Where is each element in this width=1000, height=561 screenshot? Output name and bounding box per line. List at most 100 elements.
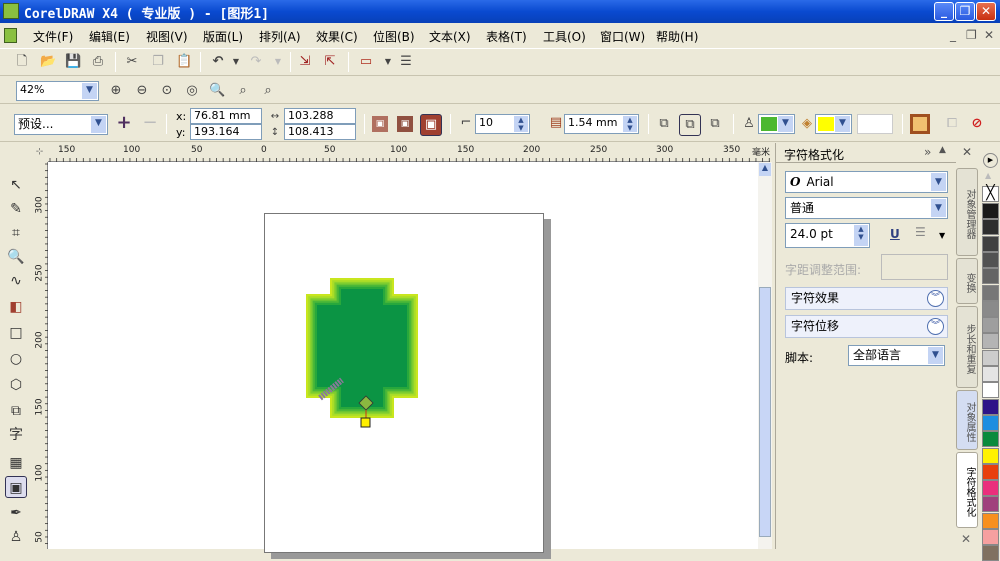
close-button[interactable]: ✕ (976, 2, 996, 21)
horizontal-ruler[interactable]: 150 100 50 0 50 100 150 200 250 300 350 … (48, 143, 770, 162)
chevron-down-icon[interactable]: ▼ (931, 173, 946, 191)
zoom-level-select[interactable]: 42% ▼ (16, 81, 99, 101)
color-swatch[interactable] (982, 333, 999, 350)
chevron-down-icon[interactable]: ▼ (928, 347, 943, 364)
font-style-select[interactable]: 普通 ▼ (785, 197, 948, 219)
color-swatch[interactable] (982, 382, 999, 399)
more-dropdown-icon[interactable]: ▼ (939, 231, 945, 240)
ellipse-tool-icon[interactable]: ○ (5, 348, 27, 370)
options-icon[interactable]: ☰ (398, 54, 414, 70)
character-effects-section[interactable]: 字符效果 ︾ (785, 287, 948, 310)
zoom-page-width-icon[interactable]: ⌕ (235, 83, 251, 99)
menu-file[interactable]: 文件(F) (33, 28, 73, 45)
contour-steps-field[interactable]: 10 ▲ ▼ (475, 114, 530, 134)
scroll-up-button[interactable]: ▲ (759, 163, 771, 176)
color-swatch[interactable] (982, 496, 999, 513)
contour-end-handle[interactable] (360, 417, 371, 428)
tab-transform[interactable]: 变换 (956, 258, 978, 304)
tab-close-icon[interactable]: ✕ (961, 532, 971, 546)
export-icon[interactable]: ⇱ (322, 54, 338, 70)
chevron-down-icon[interactable]: ▼ (931, 199, 946, 217)
font-size-spinner[interactable]: ▲ ▼ (854, 225, 868, 246)
restore-button[interactable]: ❐ (955, 2, 975, 21)
doc-restore-button[interactable]: ❐ (966, 28, 977, 42)
vertical-ruler[interactable]: 300 250 200 150 100 50 (31, 162, 48, 549)
redo-icon[interactable]: ↷ (248, 54, 264, 70)
steps-spinner[interactable]: ▲ ▼ (514, 116, 528, 132)
color-swatch[interactable] (982, 300, 999, 317)
color-swatch[interactable] (982, 447, 999, 464)
redo-dropdown-icon[interactable]: ▼ (270, 54, 286, 70)
text-tool-icon[interactable]: 字 (5, 424, 27, 446)
y-position-field[interactable]: 193.164 mm (190, 124, 262, 152)
ruler-origin[interactable]: ⊹ (31, 143, 48, 162)
palette-flyout-icon[interactable]: ▶ (983, 153, 998, 168)
no-color-swatch[interactable]: ╳ (982, 186, 999, 202)
chevron-down-icon[interactable]: ▼ (82, 83, 97, 99)
clear-icon[interactable]: ⊘ (969, 116, 985, 132)
contour-shape[interactable] (288, 272, 428, 432)
zoom-page-height-icon[interactable]: ⌕ (260, 83, 276, 99)
new-icon[interactable]: 🗋 (14, 54, 30, 70)
undo-dropdown-icon[interactable]: ▼ (228, 54, 244, 70)
tab-character-formatting[interactable]: 字符格式化 (956, 452, 978, 528)
add-preset-icon[interactable]: + (116, 114, 132, 132)
freehand-tool-icon[interactable]: ∿ (5, 270, 27, 292)
menu-view[interactable]: 视图(V) (146, 28, 188, 45)
font-select[interactable]: O Arial ▼ (785, 171, 948, 193)
zoom-all-objects-icon[interactable]: ◎ (184, 83, 200, 99)
palette-scroll-up-icon[interactable]: ▲ (985, 171, 991, 180)
minimize-button[interactable]: _ (934, 2, 954, 21)
inside-icon[interactable]: ▣ (397, 116, 413, 132)
crop-tool-icon[interactable]: ⌗ (5, 222, 27, 244)
print-icon[interactable]: ⎙ (90, 54, 106, 70)
color-swatch[interactable] (982, 414, 999, 431)
menu-window[interactable]: 窗口(W) (600, 28, 645, 45)
zoom-page-icon[interactable]: 🔍 (209, 83, 225, 99)
menu-tools[interactable]: 工具(O) (543, 28, 586, 45)
smart-fill-tool-icon[interactable]: ◧ (5, 296, 27, 318)
color-swatch[interactable] (982, 398, 999, 415)
menu-arrange[interactable]: 排列(A) (259, 28, 301, 45)
doc-minimize-button[interactable]: _ (950, 28, 956, 42)
color-swatch[interactable] (982, 235, 999, 252)
underline-icon[interactable]: U (890, 227, 900, 241)
outside-icon[interactable]: ▣ (420, 114, 442, 136)
linear-contour-color-icon[interactable]: ⧉ (656, 116, 672, 132)
color-swatch[interactable] (982, 251, 999, 268)
undo-icon[interactable]: ↶ (210, 54, 226, 70)
character-shift-section[interactable]: 字符位移 ︾ (785, 315, 948, 338)
collapse-icon[interactable]: ▲ (939, 145, 946, 155)
vertical-scrollbar[interactable]: ▲ (758, 162, 772, 549)
color-swatch[interactable] (982, 268, 999, 285)
tab-object-properties[interactable]: 对象属性 (956, 390, 978, 450)
eyedropper-tool-icon[interactable]: ✒ (5, 502, 27, 524)
docker-close-icon[interactable]: ✕ (962, 145, 972, 159)
expand-icon[interactable]: » (924, 145, 931, 159)
color-swatch[interactable] (982, 317, 999, 334)
color-swatch[interactable] (982, 431, 999, 448)
font-size-field[interactable]: 24.0 pt ▲ ▼ (785, 223, 870, 248)
contour-tool-icon[interactable]: ▣ (5, 476, 27, 498)
pick-tool-icon[interactable]: ↖ (5, 174, 27, 196)
color-swatch[interactable] (982, 463, 999, 480)
open-icon[interactable]: 📂 (40, 54, 56, 70)
table-tool-icon[interactable]: ▦ (5, 452, 27, 474)
outline-color-picker[interactable]: ▼ (758, 114, 795, 134)
fill-color-picker[interactable]: ▼ (815, 114, 852, 134)
launcher-dropdown-icon[interactable]: ▼ (380, 54, 396, 70)
clear-contour-icon[interactable]: ⧠ (944, 116, 960, 132)
counterclockwise-contour-color-icon[interactable]: ⧉ (707, 116, 723, 132)
preset-select[interactable]: 预设... ▼ (14, 114, 108, 135)
strikethrough-icon[interactable]: ☰ (915, 225, 926, 239)
menu-layout[interactable]: 版面(L) (203, 28, 243, 45)
menu-effects[interactable]: 效果(C) (316, 28, 358, 45)
application-launcher-icon[interactable]: ▭ (358, 54, 374, 70)
cut-icon[interactable]: ✂ (124, 54, 140, 70)
outline-tool-icon[interactable]: ♙ (5, 526, 27, 548)
expand-section-icon[interactable]: ︾ (927, 290, 944, 307)
scroll-thumb[interactable] (759, 287, 771, 537)
chevron-down-icon[interactable]: ▼ (835, 116, 850, 132)
menu-help[interactable]: 帮助(H) (656, 28, 698, 45)
color-swatch[interactable] (982, 366, 999, 382)
